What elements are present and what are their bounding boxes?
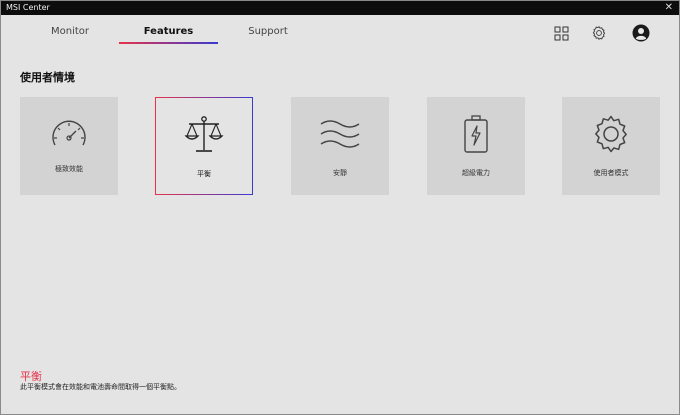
tab-features-label: Features <box>143 26 194 37</box>
waves-icon <box>320 120 360 148</box>
tab-support[interactable]: Support <box>235 23 301 43</box>
tab-features[interactable]: Features <box>119 23 218 44</box>
balance-scale-icon <box>184 116 224 152</box>
section-title: 使用者情境 <box>20 71 75 84</box>
gear-icon <box>595 115 627 153</box>
grid-icon <box>554 26 568 40</box>
window-title: MSI Center <box>6 3 50 12</box>
scenario-card-label: 超級電力 <box>462 169 490 177</box>
tab-monitor[interactable]: Monitor <box>37 23 103 43</box>
gear-icon-wrap <box>562 111 660 157</box>
account-button[interactable] <box>631 23 651 43</box>
grid-view-button[interactable] <box>551 23 571 43</box>
close-button[interactable]: ✕ <box>665 1 673 14</box>
speedometer-icon-wrap <box>20 111 118 157</box>
tab-support-label: Support <box>248 26 288 37</box>
scenario-card-label: 平衡 <box>197 170 211 178</box>
scenario-card-extreme-performance[interactable]: 極致效能 <box>20 97 118 195</box>
selected-mode-description: 此平衡模式會在效能和電池壽命間取得一個平衡點。 <box>20 383 181 391</box>
scenario-card-label: 安靜 <box>333 169 347 177</box>
balance-icon-wrap <box>156 112 252 158</box>
scenario-card-super-battery[interactable]: 超級電力 <box>427 97 525 195</box>
scenario-card-user-mode[interactable]: 使用者模式 <box>562 97 660 195</box>
waves-icon-wrap <box>291 111 389 157</box>
scenario-card-silent[interactable]: 安靜 <box>291 97 389 195</box>
scenario-card-balanced[interactable]: 平衡 <box>155 97 253 195</box>
app-window: MSI Center ✕ Monitor Features Support 使用… <box>0 0 680 415</box>
battery-bolt-icon <box>464 115 488 153</box>
header-actions <box>547 23 667 45</box>
speedometer-icon <box>52 120 86 146</box>
scenario-card-label: 極致效能 <box>55 165 83 173</box>
battery-icon-wrap <box>427 111 525 157</box>
active-tab-indicator <box>119 42 218 44</box>
settings-button[interactable] <box>589 23 609 43</box>
scenario-card-label: 使用者模式 <box>593 169 629 177</box>
avatar-icon <box>632 24 650 42</box>
tab-monitor-label: Monitor <box>50 26 89 37</box>
gear-icon <box>592 26 606 40</box>
title-bar: MSI Center ✕ <box>1 1 679 15</box>
